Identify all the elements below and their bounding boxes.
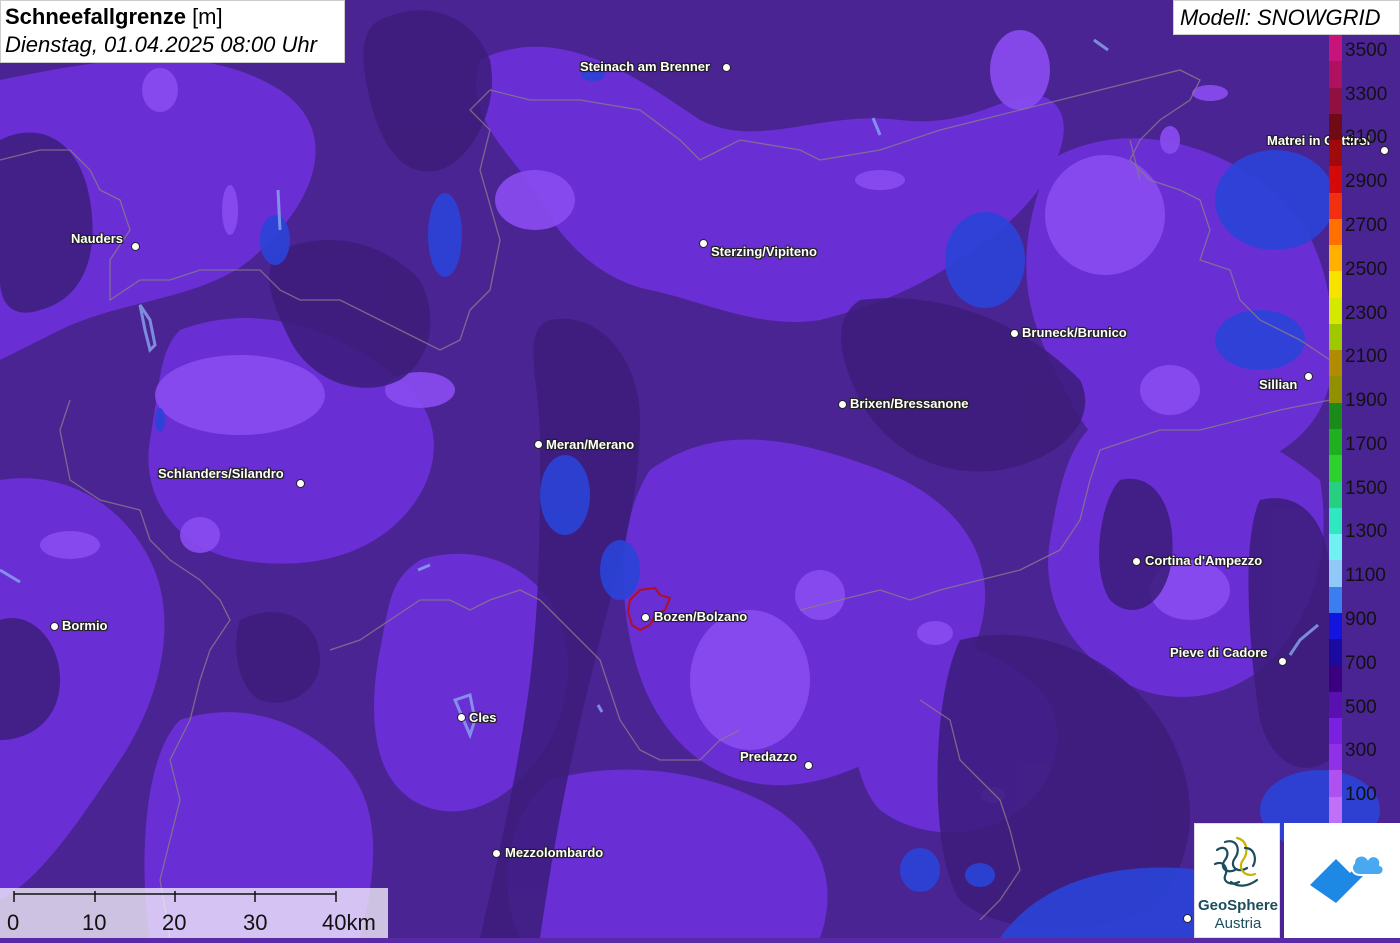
legend-swatch: [1329, 481, 1342, 509]
legend-label: 1100: [1345, 565, 1386, 587]
geosphere-name: GeoSphere: [1197, 897, 1279, 914]
legend-swatch: [1329, 350, 1342, 377]
legend-swatch: [1329, 796, 1342, 824]
city-marker[interactable]: [722, 63, 731, 72]
scale-bar: 0 10 20 30 40km: [0, 888, 388, 938]
legend-swatch: [1329, 770, 1342, 798]
legend-swatch: [1329, 534, 1342, 561]
geosphere-logo[interactable]: GeoSphere Austria: [1194, 823, 1280, 938]
city-label: Cles: [469, 710, 497, 725]
legend-color-bar: [1329, 35, 1342, 824]
city-marker[interactable]: [1183, 914, 1192, 923]
legend-swatch: [1329, 35, 1342, 62]
legend-swatch: [1329, 691, 1342, 719]
city-label: Sterzing/Vipiteno: [711, 244, 817, 259]
legend-swatch: [1329, 140, 1342, 167]
city-marker[interactable]: [457, 713, 466, 722]
city-marker[interactable]: [699, 239, 708, 248]
legend-swatch: [1329, 113, 1342, 141]
city-label: Sillian: [1259, 377, 1298, 392]
city-marker[interactable]: [1132, 557, 1141, 566]
color-legend: 3500 3300 3100 2900 2700 2500 2300 2100 1900 1700…: [1329, 35, 1400, 824]
city-label: Cortina d'Ampezzo: [1145, 553, 1263, 568]
legend-swatch: [1329, 665, 1342, 693]
legend-swatch: [1329, 639, 1342, 666]
legend-label: 2900: [1345, 171, 1388, 193]
title-unit: [m]: [185, 4, 223, 29]
city-label: Bozen/Bolzano: [654, 609, 748, 624]
legend-swatch: [1329, 218, 1342, 246]
legend-label: 100: [1345, 784, 1377, 806]
legend-swatch: [1329, 323, 1342, 351]
legend-label: 500: [1345, 696, 1377, 718]
city-label: Schlanders/Silandro: [158, 466, 284, 481]
legend-swatch: [1329, 87, 1342, 115]
city-label: Pieve di Cadore: [1170, 645, 1268, 660]
legend-label: 300: [1345, 740, 1377, 762]
title-parameter: Schneefallgrenze: [5, 4, 186, 29]
map-title: Schneefallgrenze [m]: [5, 3, 340, 31]
scale-label: 40km: [322, 910, 376, 935]
legend-swatch: [1329, 402, 1342, 430]
city-marker[interactable]: [1278, 657, 1287, 666]
legend-swatch: [1329, 586, 1342, 614]
map-datetime: Dienstag, 01.04.2025 08:00 Uhr: [5, 32, 317, 57]
legend-label: 2500: [1345, 258, 1388, 280]
city-marker[interactable]: [1010, 329, 1019, 338]
legend-label: 1700: [1345, 433, 1388, 455]
scale-label: 20: [162, 910, 187, 935]
legend-label: 900: [1345, 609, 1377, 630]
mountain-cloud-icon: [1310, 854, 1385, 903]
legend-label: 3100: [1345, 127, 1388, 149]
legend-swatch: [1329, 744, 1342, 771]
legend-swatch: [1329, 61, 1342, 89]
legend-label: 1300: [1345, 521, 1388, 543]
legend-swatch: [1329, 271, 1342, 299]
legend-swatch: [1329, 429, 1342, 456]
map-title-box: Schneefallgrenze [m] Dienstag, 01.04.202…: [0, 0, 345, 63]
city-label: Bormio: [62, 618, 108, 633]
legend-label: 2700: [1345, 215, 1388, 236]
legend-label: 1500: [1345, 477, 1388, 499]
city-marker[interactable]: [838, 400, 847, 409]
scale-label: 0: [7, 910, 20, 935]
legend-swatch: [1329, 297, 1342, 325]
legend-label: 3300: [1345, 83, 1388, 105]
city-marker[interactable]: [534, 440, 543, 449]
city-marker[interactable]: [492, 849, 501, 858]
scale-label: 10: [82, 910, 107, 935]
legend-swatch: [1329, 455, 1342, 483]
legend-swatch: [1329, 507, 1342, 535]
city-label: Predazzo: [740, 749, 798, 764]
legend-swatch: [1329, 166, 1342, 194]
app-logo[interactable]: [1284, 823, 1400, 938]
geosphere-country: Austria: [1214, 915, 1262, 932]
city-marker[interactable]: [804, 761, 813, 770]
geosphere-icon: [1213, 836, 1259, 887]
city-label: Bruneck/Brunico: [1022, 325, 1127, 340]
city-marker[interactable]: [641, 613, 650, 622]
city-label: Nauders: [71, 231, 124, 246]
legend-label: 2100: [1345, 346, 1388, 368]
legend-label: 700: [1345, 652, 1377, 674]
city-marker[interactable]: [50, 622, 59, 631]
scale-label: 30: [243, 910, 268, 935]
legend-swatch: [1329, 192, 1342, 220]
legend-swatch: [1329, 376, 1342, 404]
model-label: Modell: SNOWGRID: [1173, 0, 1400, 35]
legend-label: 1900: [1345, 390, 1388, 412]
city-marker[interactable]: [296, 479, 305, 488]
legend-swatch: [1329, 560, 1342, 588]
legend-swatch: [1329, 717, 1342, 745]
city-label: Mezzolombardo: [505, 845, 604, 860]
city-label: Meran/Merano: [546, 437, 635, 452]
city-marker[interactable]: [1304, 372, 1313, 381]
legend-swatch: [1329, 612, 1342, 640]
city-marker[interactable]: [131, 242, 140, 251]
legend-label: 3500: [1345, 39, 1388, 61]
legend-swatch: [1329, 245, 1342, 272]
city-label: Steinach am Brenner: [580, 59, 711, 74]
city-label: Brixen/Bressanone: [850, 396, 969, 411]
legend-label: 2300: [1345, 302, 1388, 324]
